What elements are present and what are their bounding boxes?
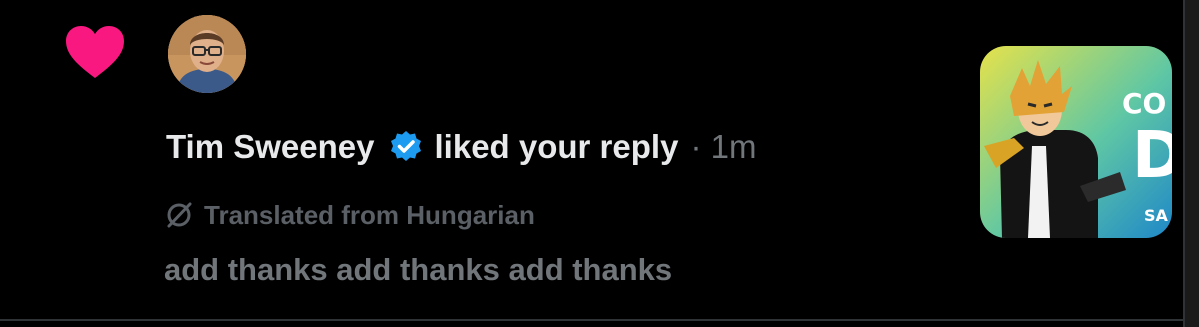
game-thumbnail-icon[interactable]: CO D SA [980,46,1172,238]
translation-label: Translated from Hungarian [204,199,535,230]
translate-off-icon [167,202,192,228]
user-name[interactable]: Tim Sweeney [166,128,375,166]
timestamp: · 1m [690,128,757,165]
thumbnail-text-top: CO [1122,87,1167,120]
heart-icon [66,26,124,78]
window-edge [1183,0,1199,327]
thumbnail-text-mid: D [1132,119,1172,193]
reply-text: add thanks add thanks add thanks [164,252,673,287]
avatar[interactable] [168,15,246,93]
divider [0,319,1183,321]
action-text: liked your reply [434,128,679,165]
verified-badge-icon [390,131,421,161]
thumbnail-text-bottom: SA [1144,206,1168,225]
notification-headline: Tim Sweeney liked your reply · 1m [166,124,756,170]
translation-note: Translated from Hungarian [164,198,535,232]
